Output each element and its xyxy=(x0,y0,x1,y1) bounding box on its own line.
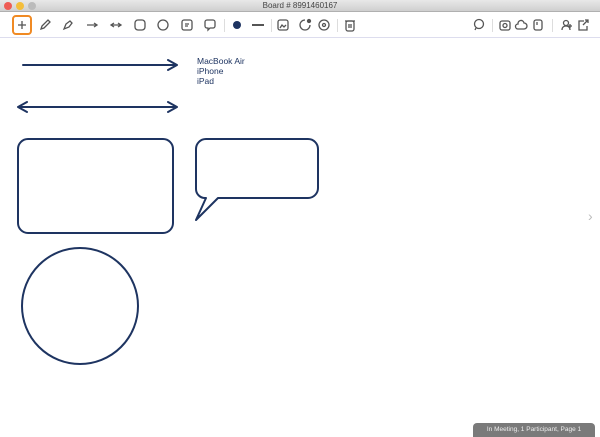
next-page-chevron-icon[interactable]: › xyxy=(588,208,593,224)
rounded-rectangle-shape[interactable] xyxy=(17,138,174,234)
speech-bubble-shape[interactable] xyxy=(195,138,319,221)
board-canvas[interactable] xyxy=(0,0,600,398)
text-line: iPad xyxy=(197,76,215,86)
board-text[interactable]: MacBook Air iPhone iPad xyxy=(197,56,245,86)
text-line: MacBook Air xyxy=(197,56,245,66)
circle-shape[interactable] xyxy=(21,247,139,365)
double-arrow-shape[interactable] xyxy=(17,101,178,113)
arrow-shape[interactable] xyxy=(22,59,178,71)
text-line: iPhone xyxy=(197,66,224,76)
status-bar: In Meeting, 1 Participant, Page 1 xyxy=(473,423,595,437)
